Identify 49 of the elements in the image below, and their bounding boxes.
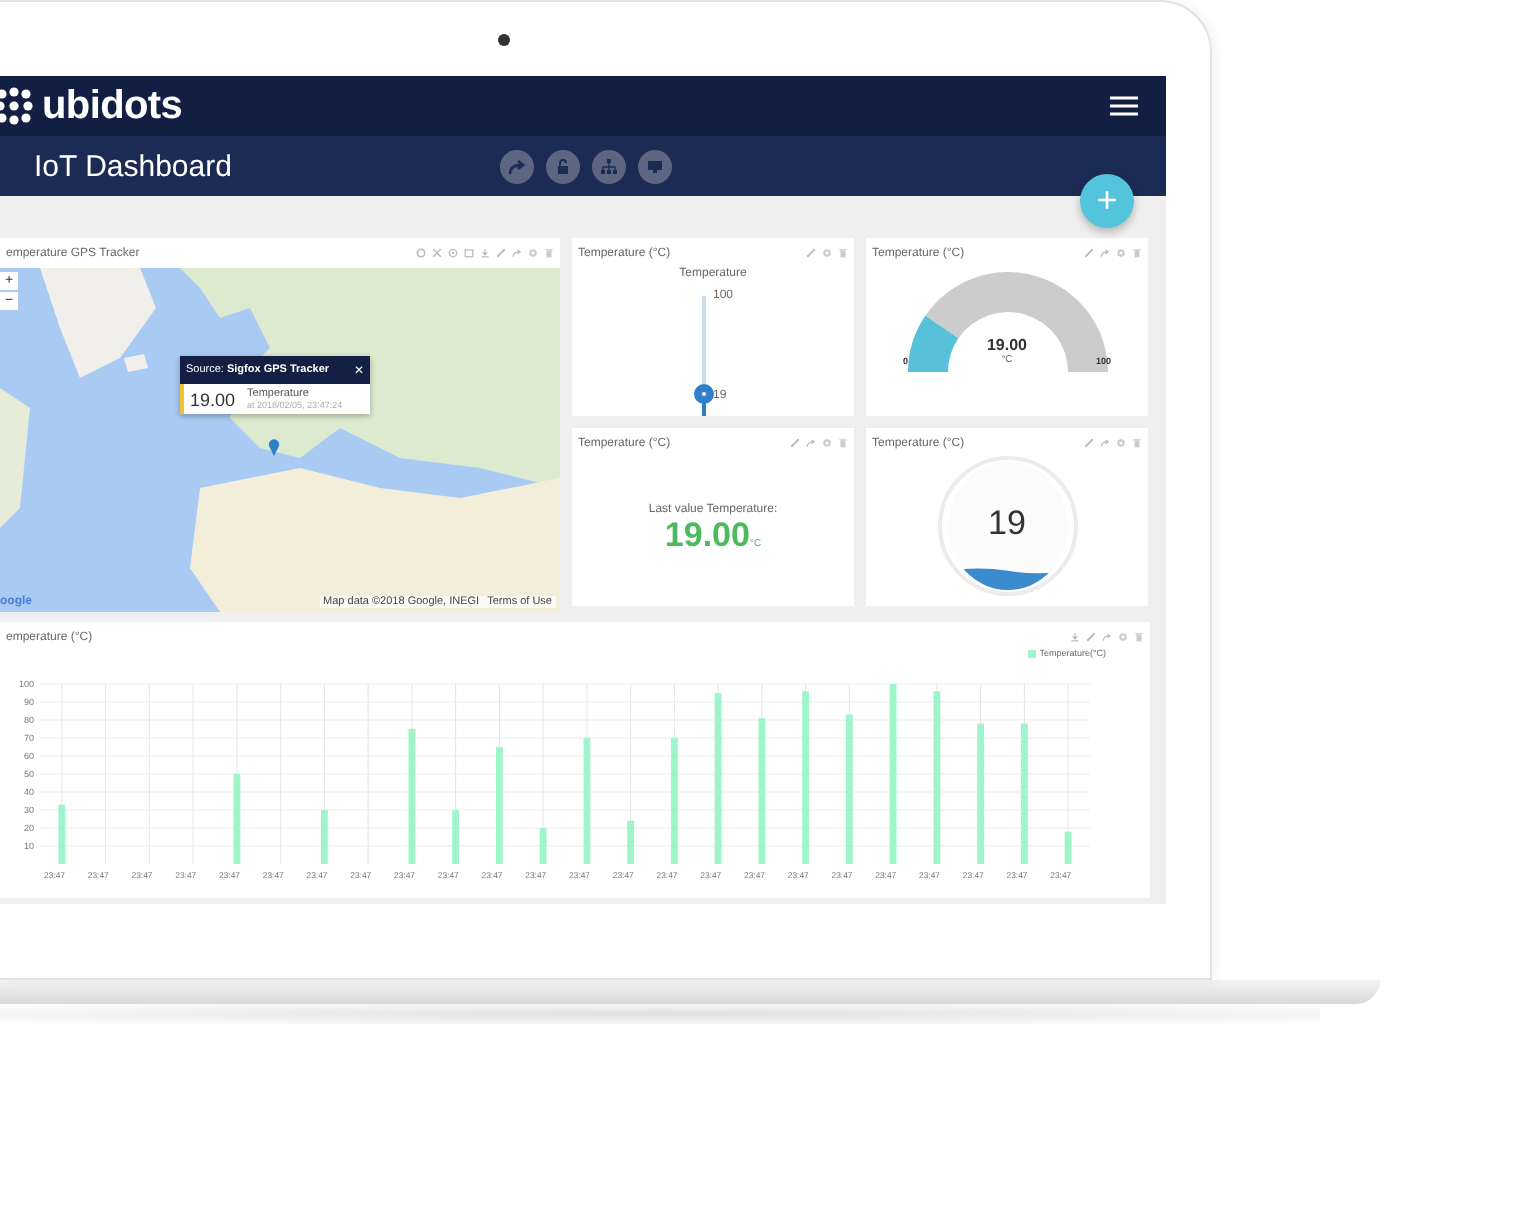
delete-icon[interactable] — [838, 248, 848, 258]
camera-icon — [498, 34, 510, 46]
delete-icon[interactable] — [1132, 248, 1142, 258]
edit-icon[interactable] — [806, 248, 816, 258]
display-button[interactable] — [638, 149, 672, 183]
share-icon[interactable] — [1102, 632, 1112, 642]
unlock-icon — [554, 157, 572, 175]
logo-icon — [0, 86, 34, 126]
calendar-icon[interactable] — [464, 248, 474, 258]
edit-icon[interactable] — [1084, 248, 1094, 258]
share-icon[interactable] — [806, 438, 816, 448]
menu-icon[interactable] — [1110, 96, 1138, 116]
slider-thumb[interactable] — [693, 383, 713, 404]
map-pin-icon[interactable] — [268, 438, 280, 456]
delete-icon[interactable] — [544, 248, 554, 258]
tank-value: 19 — [986, 504, 1028, 544]
logo-text: ubidots — [42, 83, 183, 129]
download-icon[interactable] — [1070, 632, 1080, 642]
delete-icon[interactable] — [838, 438, 848, 448]
settings-icon[interactable] — [822, 438, 832, 448]
metric-value: 19.00 — [664, 516, 750, 556]
edit-icon[interactable] — [1086, 632, 1096, 642]
monitor-icon — [646, 157, 664, 175]
popup-value: 19.00 — [190, 389, 236, 409]
gauge-value: 19.00 — [986, 336, 1028, 354]
delete-icon[interactable] — [1134, 632, 1144, 642]
refresh-icon[interactable] — [416, 248, 426, 258]
settings-icon[interactable] — [1116, 248, 1126, 258]
download-icon[interactable] — [480, 248, 490, 258]
edit-icon[interactable] — [1084, 438, 1094, 448]
settings-icon[interactable] — [1116, 438, 1126, 448]
share-icon[interactable] — [1100, 438, 1110, 448]
share-icon — [508, 157, 526, 175]
share-icon[interactable] — [512, 248, 522, 258]
settings-icon[interactable] — [822, 248, 832, 258]
edit-icon[interactable] — [790, 438, 800, 448]
legend-swatch — [1027, 649, 1036, 657]
share-icon[interactable] — [1100, 248, 1110, 258]
settings-icon[interactable] — [1118, 632, 1128, 642]
delete-icon[interactable] — [1132, 438, 1142, 448]
settings-icon[interactable] — [528, 248, 538, 258]
share-button[interactable] — [500, 149, 534, 183]
expand-icon[interactable] — [432, 248, 442, 258]
target-icon[interactable] — [448, 248, 458, 258]
hierarchy-icon — [600, 157, 618, 175]
lock-button[interactable] — [546, 149, 580, 183]
edit-icon[interactable] — [496, 248, 506, 258]
hierarchy-button[interactable] — [592, 149, 626, 183]
dashboard-title: IoT Dashboard — [34, 149, 234, 183]
